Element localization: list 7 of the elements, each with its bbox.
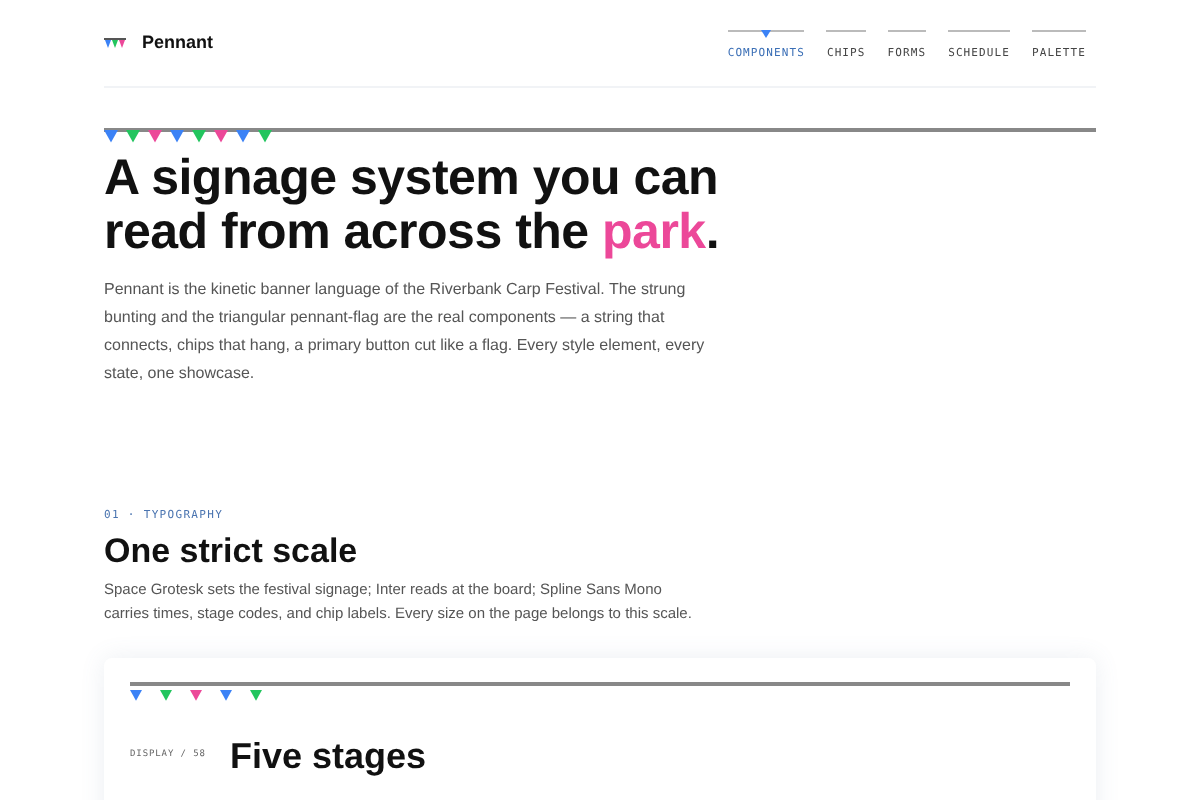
hero-description: Pennant is the kinetic banner language of the Riverbank Carp Festival. The strung bunting and the triangular pennant-flag are the real components — a string that connects, chips that hang, a primary button cut like a flag. Every style element, every state, one showcase. [104,278,707,386]
brand-name: Pennant [142,29,214,56]
scale-sample: Five stages [230,734,427,781]
pennant-marker-icon [761,30,772,39]
section-heading: One strict scale [104,530,360,575]
bunting-logo-icon [104,37,126,49]
hero-heading: A signage system you can read from across the park. [104,152,722,260]
